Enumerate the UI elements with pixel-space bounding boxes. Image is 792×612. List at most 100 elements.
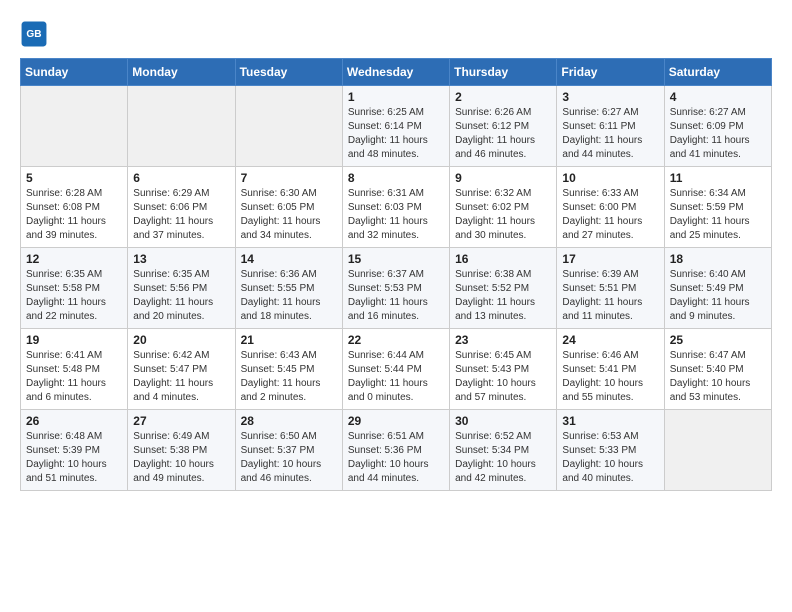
day-info: Sunrise: 6:28 AM Sunset: 6:08 PM Dayligh… xyxy=(26,187,122,243)
table-row: 23 Sunrise: 6:45 AM Sunset: 5:43 PM Dayli… xyxy=(450,329,557,410)
table-row: 28 Sunrise: 6:50 AM Sunset: 5:37 PM Dayli… xyxy=(235,410,342,491)
day-number: 10 xyxy=(562,171,658,185)
table-row: 20 Sunrise: 6:42 AM Sunset: 5:47 PM Dayli… xyxy=(128,329,235,410)
day-info: Sunrise: 6:27 AM Sunset: 6:09 PM Dayligh… xyxy=(670,106,766,162)
table-row: 25 Sunrise: 6:47 AM Sunset: 5:40 PM Dayli… xyxy=(664,329,771,410)
table-row: 24 Sunrise: 6:46 AM Sunset: 5:41 PM Dayli… xyxy=(557,329,664,410)
day-info: Sunrise: 6:39 AM Sunset: 5:51 PM Dayligh… xyxy=(562,268,658,324)
table-row: 7 Sunrise: 6:30 AM Sunset: 6:05 PM Daylig… xyxy=(235,167,342,248)
day-info: Sunrise: 6:49 AM Sunset: 5:38 PM Dayligh… xyxy=(133,430,229,486)
table-row: 5 Sunrise: 6:28 AM Sunset: 6:08 PM Daylig… xyxy=(21,167,128,248)
table-row: 18 Sunrise: 6:40 AM Sunset: 5:49 PM Dayli… xyxy=(664,248,771,329)
table-row: 16 Sunrise: 6:38 AM Sunset: 5:52 PM Dayli… xyxy=(450,248,557,329)
day-info: Sunrise: 6:36 AM Sunset: 5:55 PM Dayligh… xyxy=(241,268,337,324)
page-header: GB xyxy=(20,20,772,48)
calendar-table: Sunday Monday Tuesday Wednesday Thursday… xyxy=(20,58,772,491)
day-number: 18 xyxy=(670,252,766,266)
day-number: 7 xyxy=(241,171,337,185)
table-row: 6Sunrise: 6:29 AM Sunset: 6:06 PM Daylig… xyxy=(128,167,235,248)
day-number: 29 xyxy=(348,414,444,428)
table-row: 12 Sunrise: 6:35 AM Sunset: 5:58 PM Dayli… xyxy=(21,248,128,329)
table-row: 22Sunrise: 6:44 AM Sunset: 5:44 PM Dayli… xyxy=(342,329,449,410)
day-info: Sunrise: 6:40 AM Sunset: 5:49 PM Dayligh… xyxy=(670,268,766,324)
day-number: 11 xyxy=(670,171,766,185)
day-number: 2 xyxy=(455,90,551,104)
table-row: 14 Sunrise: 6:36 AM Sunset: 5:55 PM Dayli… xyxy=(235,248,342,329)
day-number: 24 xyxy=(562,333,658,347)
day-number: 1 xyxy=(348,90,444,104)
day-info: Sunrise: 6:30 AM Sunset: 6:05 PM Dayligh… xyxy=(241,187,337,243)
day-number: 21 xyxy=(241,333,337,347)
calendar-week-row: 19 Sunrise: 6:41 AM Sunset: 5:48 PM Dayli… xyxy=(21,329,772,410)
day-number: 5 xyxy=(26,171,122,185)
day-info: Sunrise: 6:32 AM Sunset: 6:02 PM Dayligh… xyxy=(455,187,551,243)
day-info: Sunrise: 6:46 AM Sunset: 5:41 PM Dayligh… xyxy=(562,349,658,405)
table-row: 21 Sunrise: 6:43 AM Sunset: 5:45 PM Dayli… xyxy=(235,329,342,410)
day-number: 31 xyxy=(562,414,658,428)
day-info: Sunrise: 6:51 AM Sunset: 5:36 PM Dayligh… xyxy=(348,430,444,486)
col-friday: Friday xyxy=(557,59,664,86)
table-row: 1Sunrise: 6:25 AM Sunset: 6:14 PM Daylig… xyxy=(342,86,449,167)
day-info: Sunrise: 6:41 AM Sunset: 5:48 PM Dayligh… xyxy=(26,349,122,405)
day-info: Sunrise: 6:34 AM Sunset: 5:59 PM Dayligh… xyxy=(670,187,766,243)
day-number: 12 xyxy=(26,252,122,266)
table-row: 29 Sunrise: 6:51 AM Sunset: 5:36 PM Dayli… xyxy=(342,410,449,491)
calendar-week-row: 26 Sunrise: 6:48 AM Sunset: 5:39 PM Dayli… xyxy=(21,410,772,491)
day-number: 3 xyxy=(562,90,658,104)
table-row: 9 Sunrise: 6:32 AM Sunset: 6:02 PM Daylig… xyxy=(450,167,557,248)
table-row xyxy=(128,86,235,167)
col-monday: Monday xyxy=(128,59,235,86)
col-saturday: Saturday xyxy=(664,59,771,86)
day-info: Sunrise: 6:50 AM Sunset: 5:37 PM Dayligh… xyxy=(241,430,337,486)
day-info: Sunrise: 6:35 AM Sunset: 5:58 PM Dayligh… xyxy=(26,268,122,324)
day-number: 19 xyxy=(26,333,122,347)
day-number: 20 xyxy=(133,333,229,347)
day-number: 30 xyxy=(455,414,551,428)
day-number: 28 xyxy=(241,414,337,428)
day-number: 26 xyxy=(26,414,122,428)
day-info: Sunrise: 6:52 AM Sunset: 5:34 PM Dayligh… xyxy=(455,430,551,486)
day-info: Sunrise: 6:27 AM Sunset: 6:11 PM Dayligh… xyxy=(562,106,658,162)
calendar-header-row: Sunday Monday Tuesday Wednesday Thursday… xyxy=(21,59,772,86)
table-row xyxy=(664,410,771,491)
day-number: 6 xyxy=(133,171,229,185)
day-number: 4 xyxy=(670,90,766,104)
calendar-week-row: 5 Sunrise: 6:28 AM Sunset: 6:08 PM Daylig… xyxy=(21,167,772,248)
day-number: 14 xyxy=(241,252,337,266)
col-sunday: Sunday xyxy=(21,59,128,86)
day-info: Sunrise: 6:38 AM Sunset: 5:52 PM Dayligh… xyxy=(455,268,551,324)
day-number: 17 xyxy=(562,252,658,266)
col-thursday: Thursday xyxy=(450,59,557,86)
day-number: 27 xyxy=(133,414,229,428)
day-info: Sunrise: 6:43 AM Sunset: 5:45 PM Dayligh… xyxy=(241,349,337,405)
day-info: Sunrise: 6:33 AM Sunset: 6:00 PM Dayligh… xyxy=(562,187,658,243)
day-number: 13 xyxy=(133,252,229,266)
day-info: Sunrise: 6:26 AM Sunset: 6:12 PM Dayligh… xyxy=(455,106,551,162)
table-row: 4 Sunrise: 6:27 AM Sunset: 6:09 PM Daylig… xyxy=(664,86,771,167)
table-row xyxy=(235,86,342,167)
col-tuesday: Tuesday xyxy=(235,59,342,86)
table-row: 13 Sunrise: 6:35 AM Sunset: 5:56 PM Dayli… xyxy=(128,248,235,329)
day-number: 16 xyxy=(455,252,551,266)
day-info: Sunrise: 6:45 AM Sunset: 5:43 PM Dayligh… xyxy=(455,349,551,405)
day-number: 23 xyxy=(455,333,551,347)
day-number: 25 xyxy=(670,333,766,347)
day-number: 15 xyxy=(348,252,444,266)
day-info: Sunrise: 6:42 AM Sunset: 5:47 PM Dayligh… xyxy=(133,349,229,405)
day-info: Sunrise: 6:31 AM Sunset: 6:03 PM Dayligh… xyxy=(348,187,444,243)
calendar-week-row: 1Sunrise: 6:25 AM Sunset: 6:14 PM Daylig… xyxy=(21,86,772,167)
svg-text:GB: GB xyxy=(26,29,41,40)
table-row: 2 Sunrise: 6:26 AM Sunset: 6:12 PM Daylig… xyxy=(450,86,557,167)
calendar-week-row: 12 Sunrise: 6:35 AM Sunset: 5:58 PM Dayli… xyxy=(21,248,772,329)
logo-icon: GB xyxy=(20,20,48,48)
table-row: 17 Sunrise: 6:39 AM Sunset: 5:51 PM Dayli… xyxy=(557,248,664,329)
table-row: 10 Sunrise: 6:33 AM Sunset: 6:00 PM Dayli… xyxy=(557,167,664,248)
day-number: 9 xyxy=(455,171,551,185)
table-row: 19 Sunrise: 6:41 AM Sunset: 5:48 PM Dayli… xyxy=(21,329,128,410)
day-info: Sunrise: 6:48 AM Sunset: 5:39 PM Dayligh… xyxy=(26,430,122,486)
day-info: Sunrise: 6:35 AM Sunset: 5:56 PM Dayligh… xyxy=(133,268,229,324)
day-info: Sunrise: 6:44 AM Sunset: 5:44 PM Dayligh… xyxy=(348,349,444,405)
day-info: Sunrise: 6:47 AM Sunset: 5:40 PM Dayligh… xyxy=(670,349,766,405)
day-info: Sunrise: 6:53 AM Sunset: 5:33 PM Dayligh… xyxy=(562,430,658,486)
day-number: 8 xyxy=(348,171,444,185)
